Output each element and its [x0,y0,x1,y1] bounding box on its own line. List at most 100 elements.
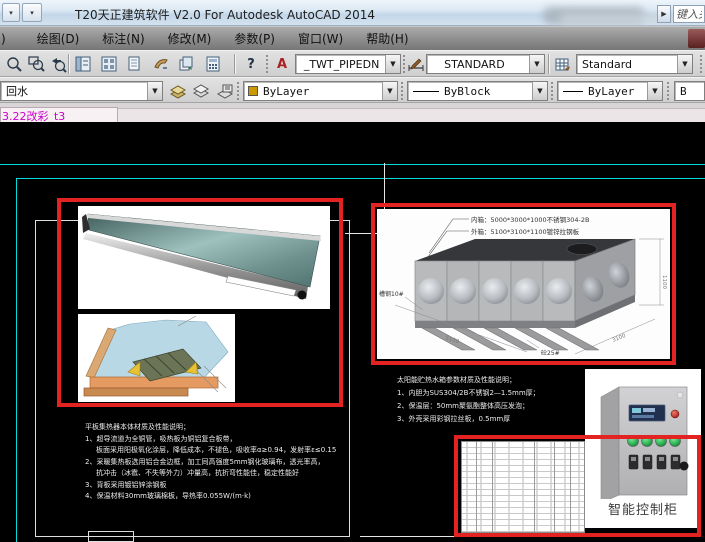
chevron-down-icon: ▼ [647,82,662,100]
collector-note-line: 2、采暖集热板选用铝合金边框，加工同高强度5mm钢化玻璃布，透光率高， [85,457,336,469]
chevron-down-icon: ▼ [529,55,544,73]
toolbar-grip[interactable] [237,82,240,100]
magnifier-icon [6,56,23,73]
quick-access-overflow-button[interactable]: ▾ [22,3,42,22]
tool-palettes-icon [101,56,117,72]
layer-previous-button[interactable] [213,80,234,102]
title-bar: ▾ ▾ T20天正建筑软件 V2.0 For Autodesk AutoCAD … [0,0,705,26]
autocad-window: ▾ ▾ T20天正建筑软件 V2.0 For Autodesk AutoCAD … [0,0,705,542]
cyan-line-horizontal [0,164,705,165]
layer-properties-button[interactable] [167,80,188,102]
magnifier-back-icon [50,56,67,73]
plotstyle-combo-clipped[interactable]: B [674,81,705,101]
calculator-icon [205,56,221,72]
drawing-tab-strip: 3.22改彩_t3 [0,103,705,122]
collector-note-line: 4、保温材料30mm玻璃棉板，导热率0.055W/(m·k) [85,491,336,503]
collector-note-line: 1、超导流道为全铜管，吸热板为铜铝复合板带， [85,434,336,446]
lineweight-value: ByLayer [583,85,634,98]
tool-palettes-button[interactable] [98,53,120,75]
tank-notes: 太阳能贮热水箱参数材质及性能说明； 1、内胆为SUS304/2B不锈钢2—1.5… [397,374,540,426]
infocenter-expand-button[interactable]: ▶ [657,5,671,23]
chevron-down-icon: ▼ [147,82,162,100]
chevron-down-icon: ▼ [532,82,547,100]
dim-pencil-icon [408,57,424,71]
highlight-box-collector [57,198,343,407]
toolbar-grip[interactable] [667,82,670,100]
window-title: T20天正建筑软件 V2.0 For Autodesk AutoCAD 2014 [75,6,375,23]
zoom-window-button[interactable] [25,53,47,75]
text-style-combo[interactable]: _TWT_PIPEDN ▼ [295,54,401,74]
dim-style-manager-button[interactable] [406,53,425,75]
lineweight-sample [563,91,583,92]
markup-icon [153,56,169,72]
infocenter-search-input[interactable] [673,5,705,23]
menu-item-help[interactable]: 帮助(H) [359,27,415,50]
layers-icon [169,84,187,99]
make-layer-current-button[interactable] [190,80,211,102]
sheet-set-manager-button[interactable] [124,53,146,75]
tank-note-line: 3、外壳采用彩钢拉丝板，0.5mm厚 [397,413,540,426]
clipped-panel-edge [688,29,705,48]
chevron-down-icon: ▾ [9,9,13,17]
collector-note-line: 平板集热器本体材质及性能说明； [85,422,336,434]
tank-note-line: 太阳能贮热水箱参数材质及性能说明； [397,374,540,387]
chevron-down-icon: ▼ [677,55,692,73]
toolbar-separator [548,54,550,74]
collector-note-line: 3、背板采用镀铝锌涂钢板 [85,480,336,492]
menu-item-parameters[interactable]: 参数(P) [227,27,282,50]
table-style-value: Standard [577,58,632,71]
play-arrow-icon: ▶ [661,10,666,18]
tab-drawing[interactable]: 3.22改彩_t3 [0,107,118,122]
menu-item-modify[interactable]: 修改(M) [161,27,219,50]
zoom-realtime-button[interactable] [3,53,25,75]
properties-palette-button[interactable] [72,53,94,75]
chevron-down-icon: ▾ [30,9,34,17]
linetype-combo[interactable]: ByBlock ▼ [407,81,548,101]
magnifier-window-icon [28,56,45,73]
toolbar-grip[interactable] [266,55,269,73]
menu-item-clipped[interactable]: ) [0,29,13,49]
toolbar-grip[interactable] [551,82,554,100]
help-button[interactable]: ? [240,53,262,75]
menu-item-draw[interactable]: 绘图(D) [30,27,87,50]
menu-item-window[interactable]: 窗口(W) [291,27,350,50]
properties-toolbar: 回水 ▼ ByLayer ▼ B [0,77,705,103]
table-style-combo[interactable]: Standard ▼ [576,54,693,74]
cyan-line-vertical [16,178,17,542]
text-style-value: _TWT_PIPEDN [299,58,379,71]
lineweight-combo[interactable]: ByLayer ▼ [557,81,663,101]
zoom-previous-button[interactable] [47,53,69,75]
menu-item-dimension[interactable]: 标注(N) [95,27,151,50]
text-style-icon: A [277,57,287,72]
linetype-sample [413,91,439,92]
menu-bar: ) 绘图(D) 标注(N) 修改(M) 参数(P) 窗口(W) 帮助(H) [0,26,705,50]
layer-combo[interactable]: 回水 ▼ [0,81,163,101]
tank-note-line: 1、内胆为SUS304/2B不锈钢2—1.5mm厚； [397,387,540,400]
dim-style-combo[interactable]: STANDARD ▼ [426,54,545,74]
dbconnect-button[interactable] [176,53,198,75]
drawing-canvas[interactable]: 内箱：5000*3000*1000不锈钢304-2B 外箱：5100*3100*… [0,122,705,542]
chevron-down-icon: ▼ [382,82,397,100]
linetype-value: ByBlock [439,85,490,98]
toolbar-grip[interactable] [700,55,703,73]
text-style-manager-button[interactable]: A [271,53,293,75]
color-value: ByLayer [258,85,309,98]
layer-value: 回水 [1,83,28,99]
highlight-box-tank [371,203,676,365]
quick-access-dropdown-button[interactable]: ▾ [2,3,20,22]
layers-previous-icon [215,84,233,99]
sheet-set-icon [127,56,143,72]
toolbar-separator [68,54,70,74]
toolbar-grip[interactable] [401,82,404,100]
dim-style-value: STANDARD [439,58,505,71]
quickcalc-button[interactable] [202,53,224,75]
highlight-box-cabinet [454,435,701,537]
collector-note-line: 板面采用阳极氧化涂层，降低成本，不褪色，吸收率α≥0.94，发射率ε≤0.15 [85,445,336,457]
tank-note-line: 2、保温层：50mm聚氨酯整体高压发泡； [397,400,540,413]
table-style-manager-button[interactable] [552,53,574,75]
markup-set-manager-button[interactable] [150,53,172,75]
color-combo[interactable]: ByLayer ▼ [243,81,398,101]
toolbar-separator [234,54,236,74]
plotstyle-value: B [675,85,687,98]
layers-current-icon [192,84,210,99]
